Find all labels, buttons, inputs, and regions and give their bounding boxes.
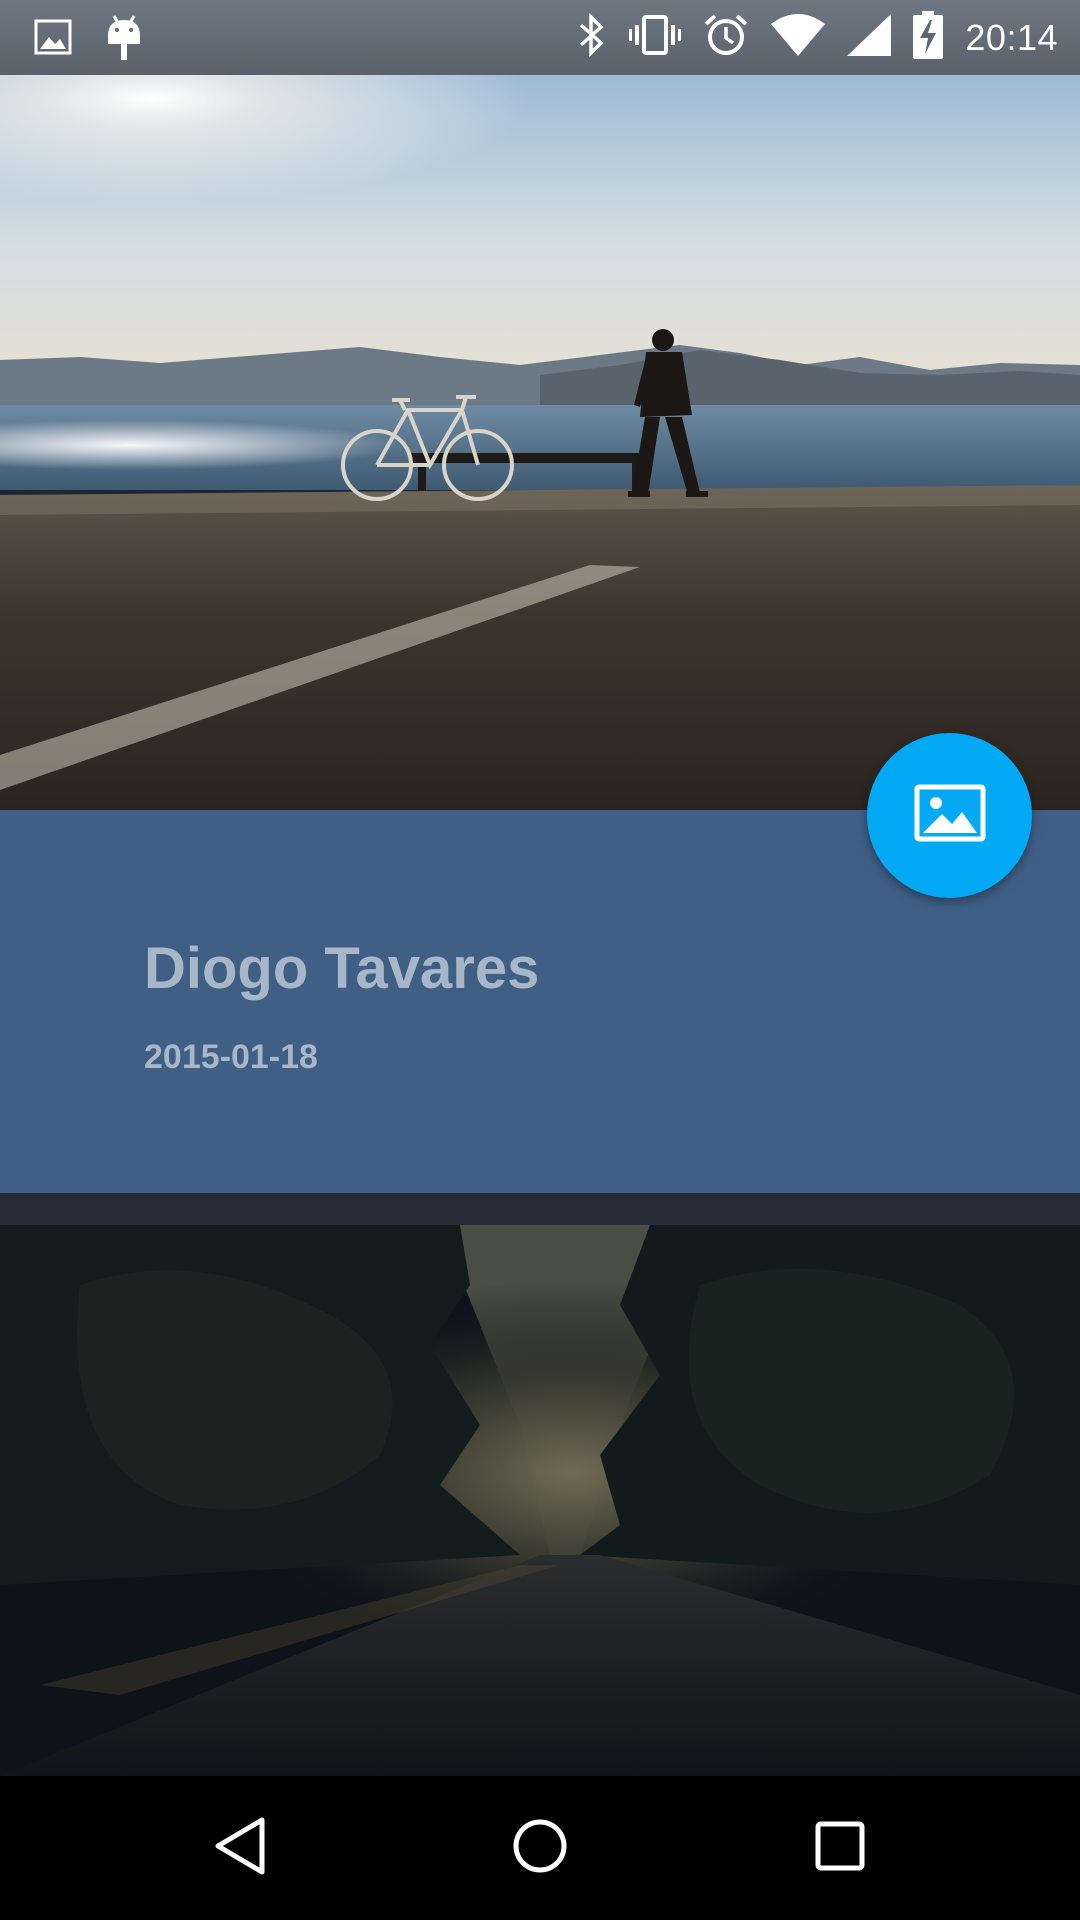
navigation-bar xyxy=(0,1776,1080,1920)
hero-photo[interactable] xyxy=(0,75,1080,810)
recents-icon xyxy=(814,1820,866,1877)
status-time: 20:14 xyxy=(965,16,1058,58)
status-bar: 20:14 xyxy=(0,0,1080,75)
second-card-photo[interactable] xyxy=(0,1225,1080,1776)
app-screen: 20:14 Diogo Tavares 2015-01-18 xyxy=(0,0,1080,1920)
image-notification-icon xyxy=(34,17,72,62)
image-icon xyxy=(914,784,986,847)
vibrate-icon xyxy=(629,13,682,62)
bluetooth-icon xyxy=(577,12,607,62)
card-divider xyxy=(0,1193,1080,1225)
wifi-icon xyxy=(771,14,826,61)
recents-button[interactable] xyxy=(800,1812,880,1884)
back-button[interactable] xyxy=(200,1812,280,1884)
battery-charging-icon xyxy=(913,11,944,64)
home-icon xyxy=(511,1817,569,1880)
view-image-fab-button[interactable] xyxy=(867,733,1032,898)
photo-date: 2015-01-18 xyxy=(144,1038,318,1076)
android-debug-icon xyxy=(106,14,142,67)
author-name: Diogo Tavares xyxy=(144,936,540,1001)
alarm-icon xyxy=(703,12,749,63)
home-button[interactable] xyxy=(500,1812,580,1884)
signal-icon xyxy=(847,14,892,61)
back-icon xyxy=(212,1816,268,1881)
